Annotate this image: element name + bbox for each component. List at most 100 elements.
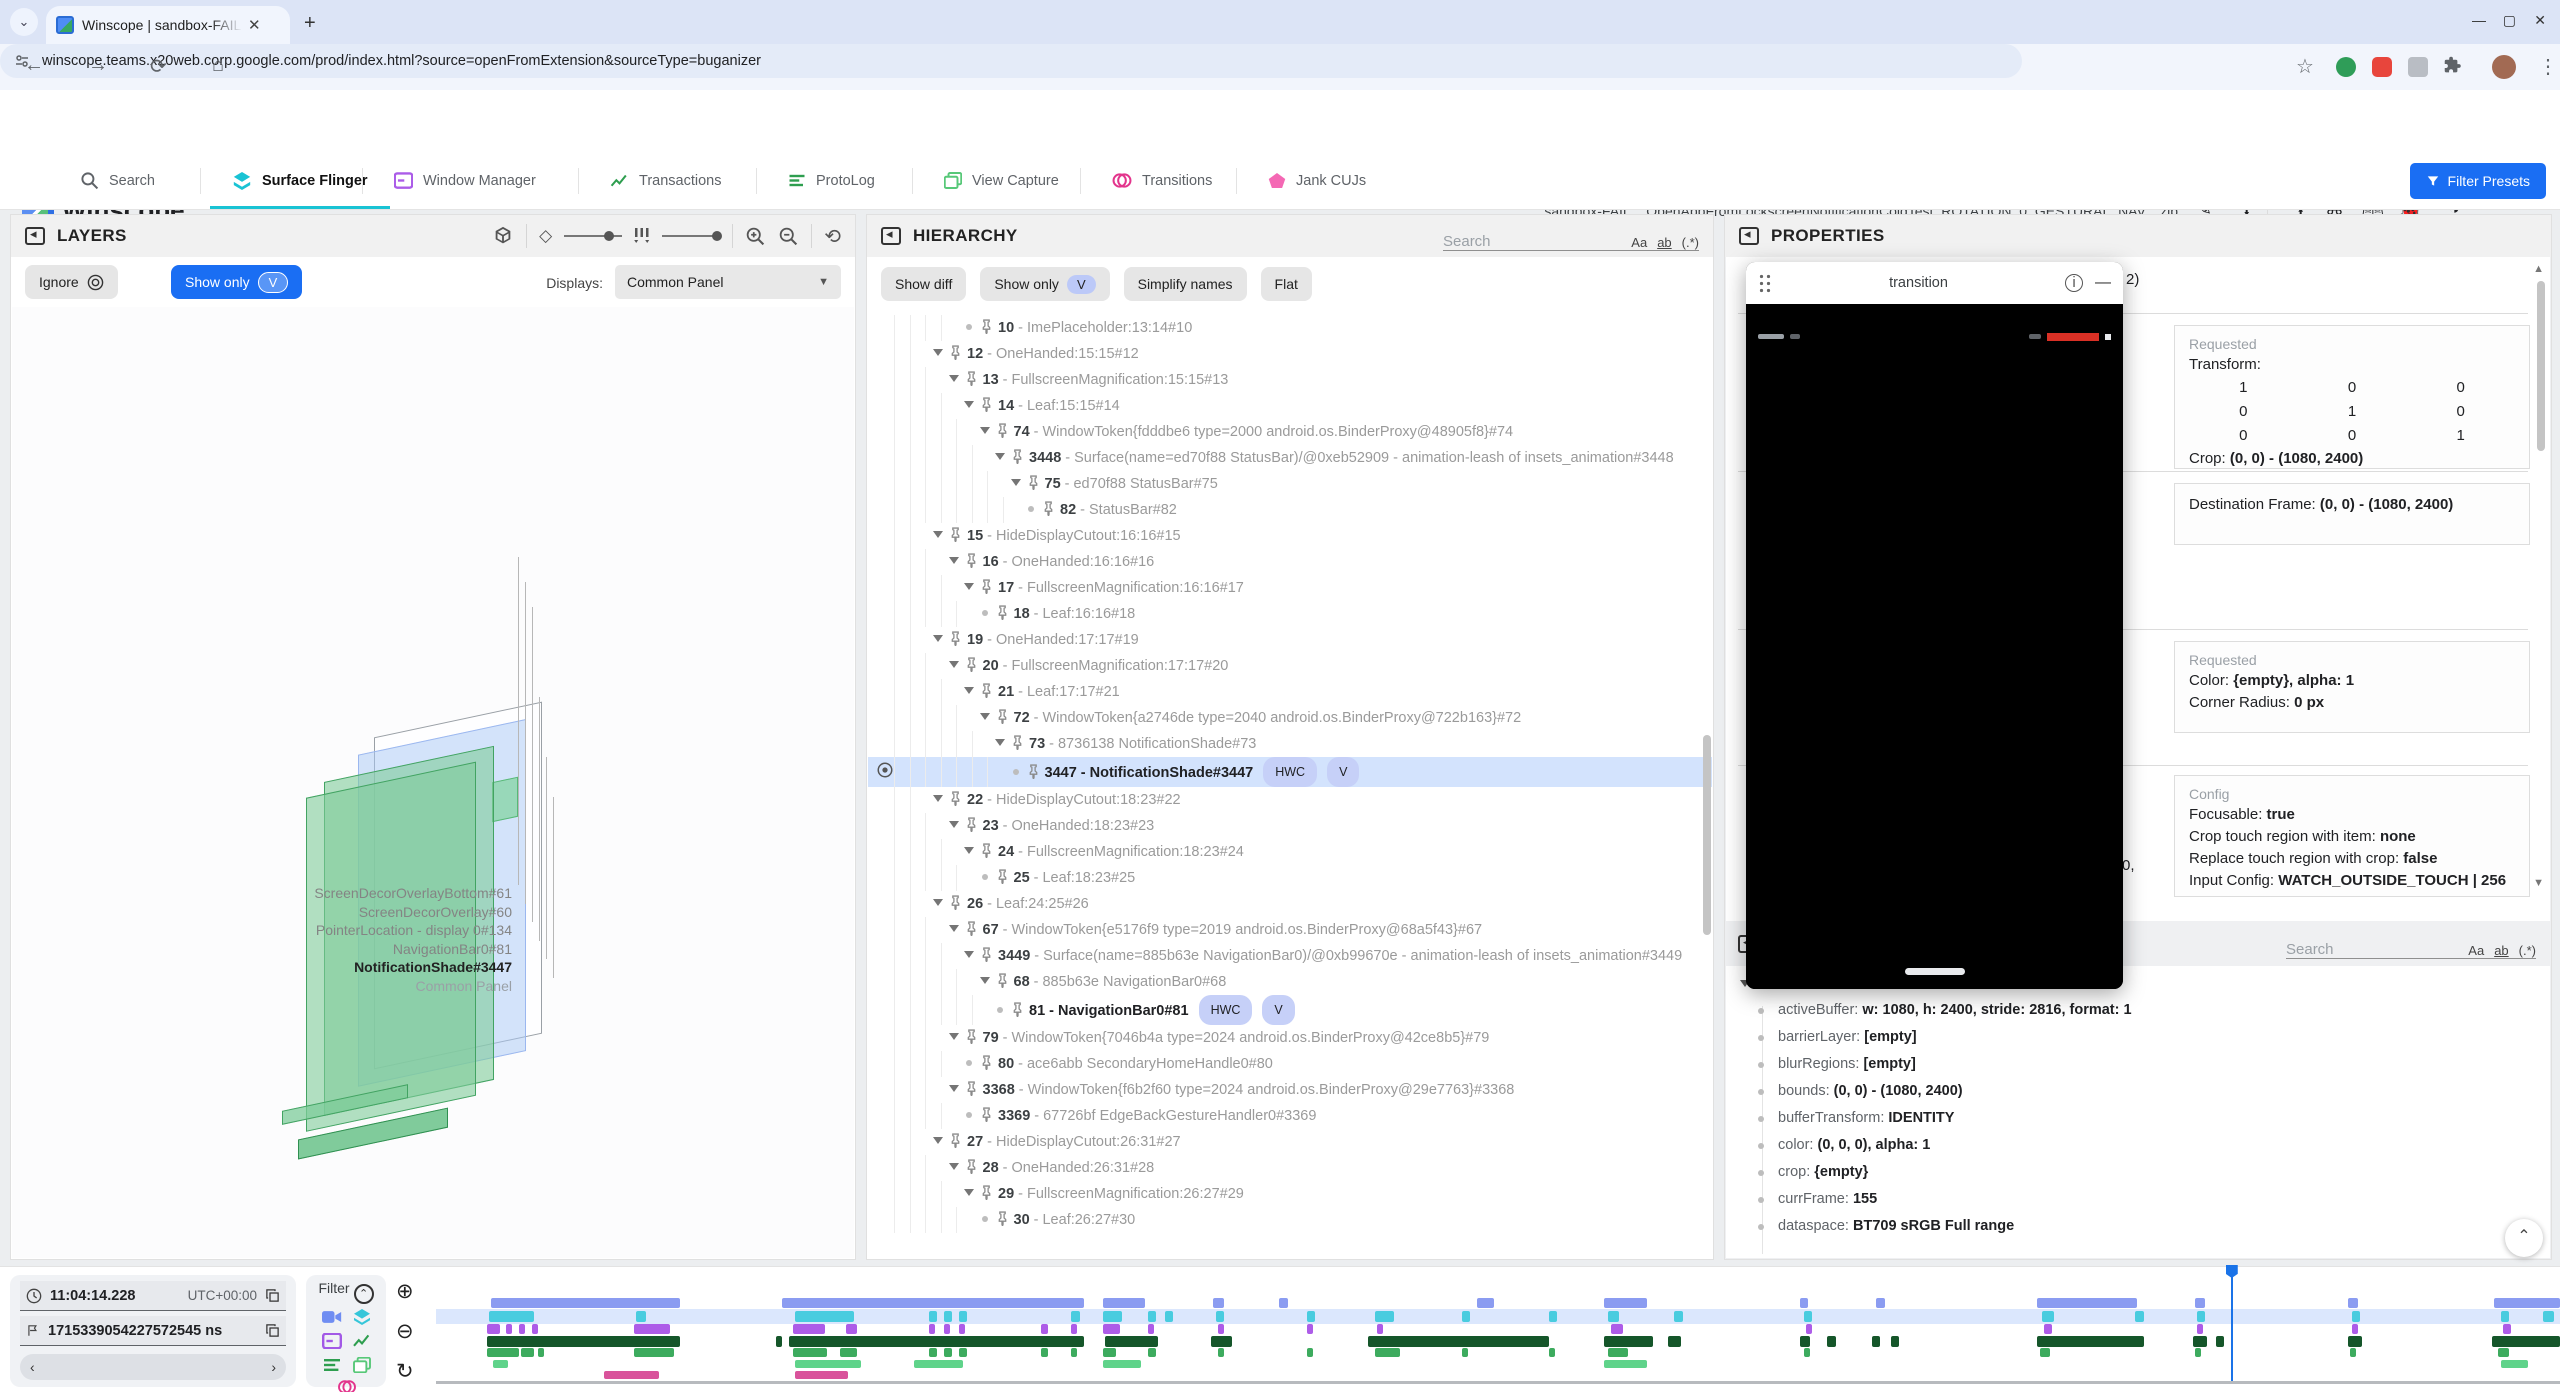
trace-segment[interactable] bbox=[2197, 1311, 2205, 1322]
hierarchy-node-23[interactable]: 23- OneHanded:18:23#23 bbox=[868, 813, 1712, 839]
pin-icon[interactable] bbox=[980, 1107, 993, 1122]
property-bounds[interactable]: bounds: (0, 0) - (1080, 2400) bbox=[1726, 1078, 2550, 1105]
hierarchy-node-3447[interactable]: 3447- NotificationShade#3447HWCV bbox=[868, 757, 1712, 787]
trace-segment[interactable] bbox=[2216, 1336, 2224, 1347]
hierarchy-node-17[interactable]: 17- FullscreenMagnification:16:16#17 bbox=[868, 575, 1712, 601]
copy-icon[interactable] bbox=[265, 1288, 280, 1303]
ns-time-field[interactable]: 1715339054227572545 ns bbox=[20, 1316, 286, 1346]
trace-segment[interactable] bbox=[2543, 1311, 2554, 1322]
trace-segment[interactable] bbox=[2348, 1336, 2363, 1347]
trace-segment[interactable] bbox=[944, 1324, 950, 1334]
trace-segment[interactable] bbox=[1804, 1348, 1810, 1357]
trace-segment[interactable] bbox=[1604, 1360, 1646, 1368]
trace-segment[interactable] bbox=[944, 1348, 952, 1357]
hierarchy-node-15[interactable]: 15- HideDisplayCutout:16:16#15 bbox=[868, 523, 1712, 549]
chevron-down-icon[interactable] bbox=[933, 531, 943, 538]
pin-icon[interactable] bbox=[980, 397, 993, 412]
pin-icon[interactable] bbox=[980, 1055, 993, 1070]
chevron-down-icon[interactable] bbox=[933, 1137, 943, 1144]
trace-segment[interactable] bbox=[1148, 1311, 1156, 1322]
trace-segment[interactable] bbox=[793, 1348, 827, 1357]
trace-segment[interactable] bbox=[1279, 1298, 1287, 1308]
trace-segment[interactable] bbox=[1608, 1348, 1627, 1357]
trace-segment[interactable] bbox=[1041, 1348, 1047, 1357]
timeline-scrollbar[interactable]: ‹ › bbox=[20, 1354, 286, 1380]
hierarchy-node-14[interactable]: 14- Leaf:15:15#14 bbox=[868, 393, 1712, 419]
layer-label[interactable]: ScreenDecorOverlay#60 bbox=[32, 904, 512, 920]
trace-segment[interactable] bbox=[1213, 1298, 1224, 1308]
hierarchy-node-73[interactable]: 73- 8736138 NotificationShade#73 bbox=[868, 731, 1712, 757]
match-word-icon[interactable]: ab bbox=[2494, 943, 2508, 958]
trace-segment[interactable] bbox=[2197, 1324, 2203, 1334]
pin-icon[interactable] bbox=[965, 553, 978, 568]
trace-segment[interactable] bbox=[2040, 1348, 2051, 1357]
trace-segment[interactable] bbox=[1103, 1360, 1141, 1368]
trace-segment[interactable] bbox=[929, 1311, 937, 1322]
trace-segment[interactable] bbox=[2037, 1298, 2137, 1308]
hierarchy-node-13[interactable]: 13- FullscreenMagnification:15:15#13 bbox=[868, 367, 1712, 393]
trace-segment[interactable] bbox=[1148, 1324, 1154, 1334]
chevron-down-icon[interactable] bbox=[964, 847, 974, 854]
pin-icon[interactable] bbox=[949, 1133, 962, 1148]
layers-show-only-toggle[interactable]: Show only V bbox=[171, 265, 302, 299]
trace-segment[interactable] bbox=[776, 1336, 782, 1347]
property-color[interactable]: color: (0, 0, 0), alpha: 1 bbox=[1726, 1132, 2550, 1159]
reload-icon[interactable]: ⟳ bbox=[150, 54, 167, 79]
view-capture-icon[interactable] bbox=[352, 1357, 372, 1373]
scroll-left-icon[interactable]: ‹ bbox=[30, 1359, 35, 1375]
trace-segment[interactable] bbox=[604, 1371, 659, 1379]
trace-segment[interactable] bbox=[1608, 1311, 1619, 1322]
chevron-down-icon[interactable] bbox=[980, 977, 990, 984]
chip-show-only[interactable]: Show onlyV bbox=[980, 267, 1109, 301]
home-icon[interactable]: ⌂ bbox=[212, 54, 224, 77]
match-word-icon[interactable]: ab bbox=[1657, 235, 1671, 250]
chevron-down-icon[interactable] bbox=[949, 1033, 959, 1040]
collapse-filter-icon[interactable]: ⌃ bbox=[354, 1284, 374, 1304]
trace-segment[interactable] bbox=[795, 1311, 854, 1322]
trace-segment[interactable] bbox=[1806, 1324, 1812, 1334]
pin-icon[interactable] bbox=[980, 1185, 993, 1200]
window-minimize-icon[interactable]: — bbox=[2472, 12, 2486, 28]
trace-segment[interactable] bbox=[1891, 1336, 1899, 1347]
trace-segment[interactable] bbox=[1549, 1348, 1555, 1357]
trace-segment[interactable] bbox=[2492, 1336, 2560, 1347]
trace-segment[interactable] bbox=[1218, 1324, 1224, 1334]
trace-segment[interactable] bbox=[1604, 1298, 1646, 1308]
pin-icon[interactable] bbox=[980, 947, 993, 962]
reset-view-icon[interactable]: ⟲ bbox=[824, 224, 841, 249]
hierarchy-node-3368[interactable]: 3368- WindowToken{f6b2f60 type=2024 andr… bbox=[868, 1077, 1712, 1103]
pin-icon[interactable] bbox=[965, 657, 978, 672]
trace-segment[interactable] bbox=[959, 1324, 965, 1334]
trace-segment[interactable] bbox=[1804, 1311, 1812, 1322]
chevron-down-icon[interactable] bbox=[949, 661, 959, 668]
property-dataspace[interactable]: dataspace: BT709 sRGB Full range bbox=[1726, 1213, 2550, 1240]
pin-icon[interactable] bbox=[965, 1029, 978, 1044]
property-barrierLayer[interactable]: barrierLayer: [empty] bbox=[1726, 1024, 2550, 1051]
tab-view-capture[interactable]: View Capture bbox=[922, 152, 1081, 209]
trace-segment[interactable] bbox=[1216, 1311, 1224, 1322]
trace-segment[interactable] bbox=[840, 1348, 857, 1357]
trace-segment[interactable] bbox=[1611, 1324, 1624, 1334]
trace-segment[interactable] bbox=[782, 1298, 1084, 1308]
collapse-panel-icon[interactable] bbox=[1739, 227, 1759, 245]
protolog-list-icon[interactable] bbox=[322, 1357, 342, 1373]
trace-segment[interactable] bbox=[1872, 1336, 1880, 1347]
hierarchy-node-16[interactable]: 16- OneHanded:16:16#16 bbox=[868, 549, 1712, 575]
pin-icon[interactable] bbox=[996, 973, 1009, 988]
trace-row-screen-recording[interactable] bbox=[436, 1298, 2560, 1308]
trace-segment[interactable] bbox=[1148, 1348, 1156, 1357]
show-in-3d-eye-icon[interactable] bbox=[876, 761, 894, 779]
chevron-down-icon[interactable] bbox=[980, 427, 990, 434]
chip-simplify-names[interactable]: Simplify names bbox=[1124, 267, 1247, 301]
pin-icon[interactable] bbox=[965, 371, 978, 386]
hierarchy-node-26[interactable]: 26- Leaf:24:25#26 bbox=[868, 891, 1712, 917]
trace-segment[interactable] bbox=[2501, 1360, 2529, 1368]
chevron-down-icon[interactable] bbox=[933, 635, 943, 642]
trace-row-view-capture[interactable] bbox=[436, 1360, 2560, 1368]
hierarchy-search-input[interactable]: Search Aa ab (.*) bbox=[1443, 221, 1699, 251]
trace-segment[interactable] bbox=[1674, 1311, 1682, 1322]
filter-presets-button[interactable]: Filter Presets bbox=[2410, 163, 2546, 199]
browser-tab[interactable]: Winscope | sandbox-FAIL ✕ bbox=[46, 6, 290, 44]
property-currFrame[interactable]: currFrame: 155 bbox=[1726, 1186, 2550, 1213]
surface-flinger-layers-icon[interactable] bbox=[352, 1309, 372, 1325]
